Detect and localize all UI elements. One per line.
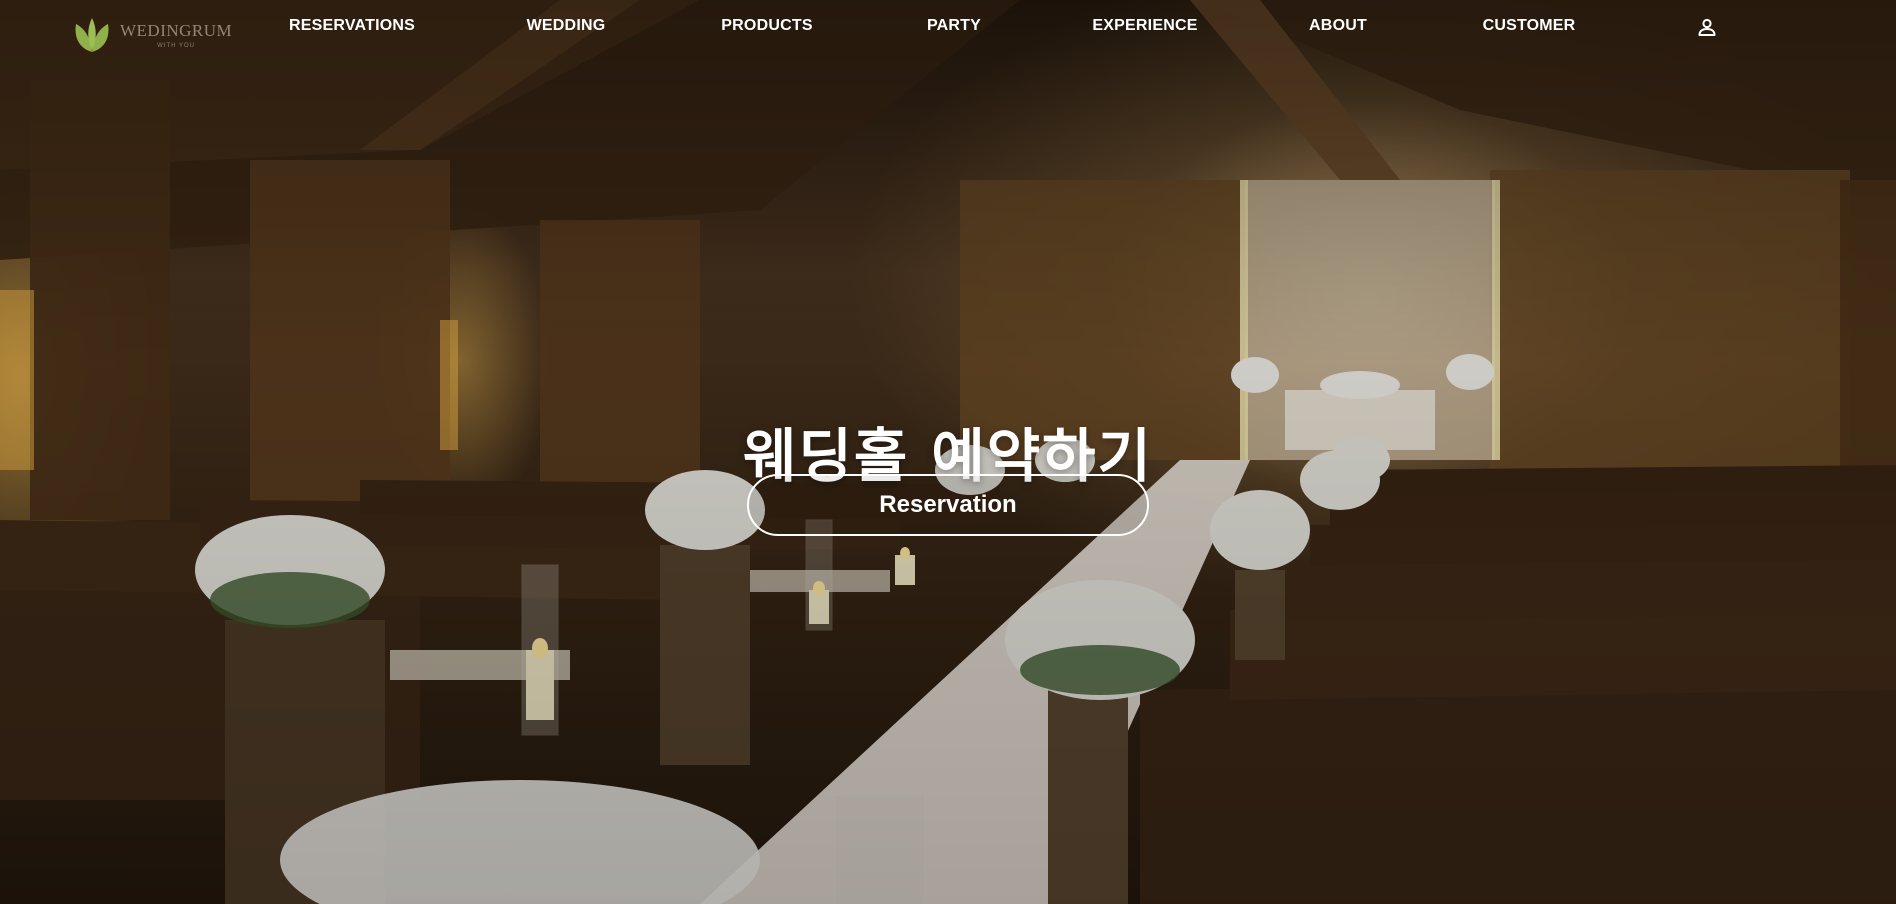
page: WEDINGRUM WITH YOU RESERVATIONS WEDDING … xyxy=(0,0,1896,904)
reservation-button[interactable]: Reservation xyxy=(747,474,1149,536)
main-nav: RESERVATIONS WEDDING PRODUCTS PARTY EXPE… xyxy=(0,0,1896,54)
user-account-button[interactable] xyxy=(1696,16,1718,38)
nav-item-reservations[interactable]: RESERVATIONS xyxy=(289,17,415,35)
nav-item-wedding[interactable]: WEDDING xyxy=(527,17,606,35)
nav-item-customer[interactable]: CUSTOMER xyxy=(1483,17,1576,35)
user-account-icon xyxy=(1698,18,1716,36)
nav-item-party[interactable]: PARTY xyxy=(927,17,981,35)
nav-item-about[interactable]: ABOUT xyxy=(1309,17,1367,35)
nav-item-products[interactable]: PRODUCTS xyxy=(721,17,812,35)
nav-item-experience[interactable]: EXPERIENCE xyxy=(1092,17,1197,35)
site-header: WEDINGRUM WITH YOU RESERVATIONS WEDDING … xyxy=(0,0,1896,54)
